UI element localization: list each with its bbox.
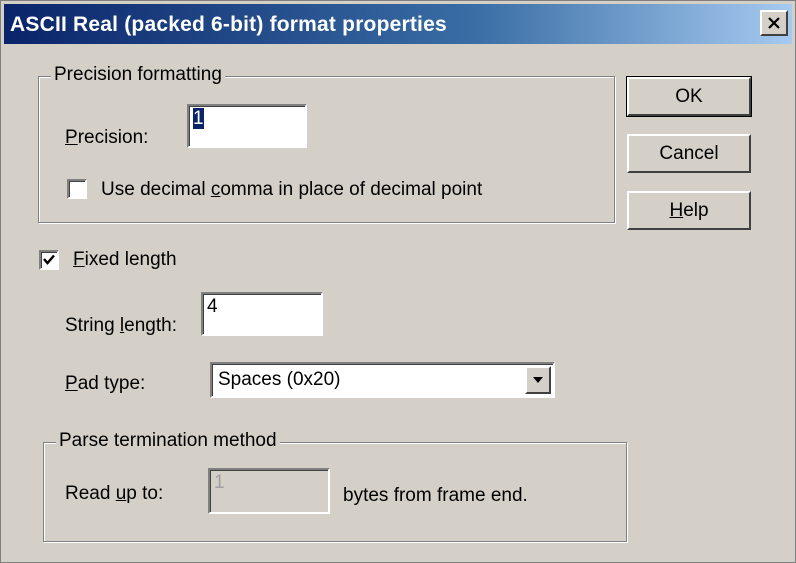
precision-label: Precision: (65, 127, 149, 148)
properties-dialog: ASCII Real (packed 6-bit) format propert… (0, 0, 796, 563)
bytes-suffix-label: bytes from frame end. (343, 485, 528, 506)
pad-type-dropdown-button[interactable] (525, 366, 551, 394)
decimal-comma-label: Use decimal comma in place of decimal po… (101, 179, 483, 200)
pad-type-value: Spaces (0x20) (218, 369, 341, 390)
precision-formatting-legend: Precision formatting (51, 64, 225, 86)
parse-termination-legend: Parse termination method (56, 430, 280, 452)
title-bar[interactable]: ASCII Real (packed 6-bit) format propert… (4, 4, 792, 44)
read-up-to-input[interactable]: 1 (208, 468, 330, 514)
string-length-label: String length: (65, 315, 177, 336)
window-title: ASCII Real (packed 6-bit) format propert… (10, 13, 447, 36)
pad-type-label: Pad type: (65, 373, 146, 394)
chevron-down-icon (533, 377, 543, 383)
fixed-length-label: Fixed length (73, 249, 177, 270)
help-button[interactable]: Help (627, 191, 751, 230)
check-icon (43, 254, 55, 265)
fixed-length-checkbox[interactable] (39, 250, 59, 270)
close-icon (768, 17, 780, 29)
cancel-button[interactable]: Cancel (627, 134, 751, 173)
string-length-input[interactable]: 4 (201, 292, 323, 336)
pad-type-select[interactable]: Spaces (0x20) (210, 362, 555, 398)
precision-input[interactable]: 1 (187, 104, 307, 148)
ok-button[interactable]: OK (626, 76, 752, 117)
decimal-comma-checkbox[interactable] (67, 179, 87, 199)
read-up-to-label: Read up to: (65, 483, 164, 504)
close-button[interactable] (760, 10, 788, 36)
